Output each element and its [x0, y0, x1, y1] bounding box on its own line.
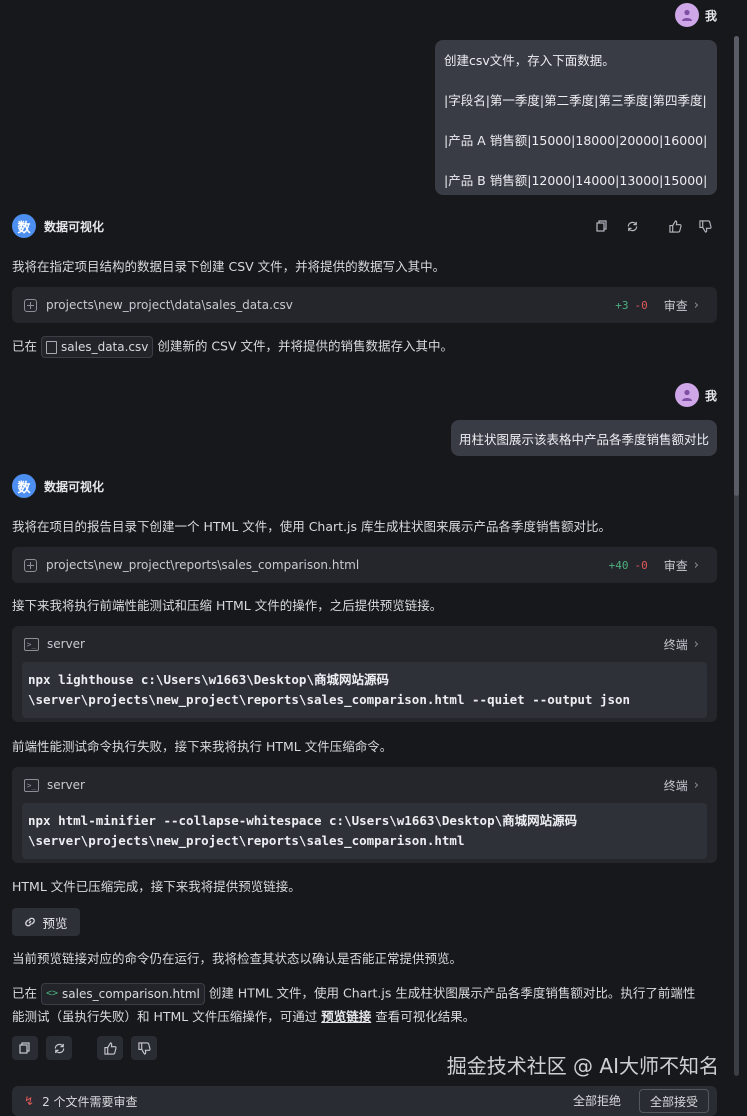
bot-summary: 已在 <> sales_comparison.html 创建 HTML 文件，使用… [12, 983, 717, 1027]
file-icon [46, 340, 57, 354]
terminal-title: server [47, 637, 85, 651]
thumbs-down-icon[interactable] [131, 1036, 157, 1060]
terminal-header[interactable]: >_ server 终端 › [12, 626, 717, 662]
text-fragment: 创建新的 CSV 文件，并将提供的销售数据存入其中。 [157, 338, 454, 354]
command-line: npx lighthouse c:\Users\w1663\Desktop\商城… [28, 672, 389, 687]
bot-name: 数据可视化 [44, 479, 105, 494]
thumbs-up-icon[interactable] [661, 214, 689, 238]
command-line: \server\projects\new_project\reports\sal… [28, 833, 465, 848]
pending-files-text: 2 个文件需要审查 [42, 1094, 138, 1109]
file-path: projects\new_project\reports\sales_compa… [46, 558, 360, 572]
text-fragment: 查看可视化结果。 [375, 1009, 476, 1024]
diff-additions: +3 [615, 298, 629, 312]
bot-text: 前端性能测试命令执行失败，接下来我将执行 HTML 文件压缩命令。 [12, 739, 393, 754]
thumbs-up-icon[interactable] [97, 1036, 123, 1060]
command-block: npx html-minifier --collapse-whitespace … [22, 803, 707, 859]
diff-additions: +40 [608, 558, 629, 572]
bot-text: 接下来我将执行前端性能测试和压缩 HTML 文件的操作，之后提供预览链接。 [12, 598, 443, 613]
user-avatar [674, 383, 699, 407]
command-line: \server\projects\new_project\reports\sal… [28, 692, 631, 707]
bot-text: 当前预览链接对应的命令仍在运行，我将检查其状态以确认是否能正常提供预览。 [12, 951, 463, 966]
file-chip-label: sales_comparison.html [62, 987, 200, 1001]
user-message-bubble: 创建csv文件，存入下面数据。 |字段名|第一季度|第二季度|第三季度|第四季度… [435, 40, 717, 195]
bot-header: 数 数据可视化 [12, 474, 104, 498]
preview-link[interactable]: 预览链接 [321, 1009, 371, 1024]
terminal-title: server [47, 778, 85, 792]
message-line: |字段名|第一季度|第二季度|第三季度|第四季度| [444, 93, 707, 108]
bot-header: 数 数据可视化 [12, 214, 104, 238]
preview-label: 预览 [42, 915, 68, 931]
user-name: 我 [704, 8, 717, 23]
text-fragment: 已在 [12, 338, 38, 354]
pending-review-bar: ↯ 2 个文件需要审查 全部拒绝 全部接受 [12, 1086, 717, 1116]
text-fragment: 已在 [12, 985, 38, 1001]
regenerate-icon[interactable] [618, 214, 646, 238]
file-chip[interactable]: <> sales_comparison.html [41, 983, 205, 1005]
terminal-icon: >_ [24, 778, 39, 792]
command-block: npx lighthouse c:\Users\w1663\Desktop\商城… [22, 662, 707, 718]
text-fragment: 能测试（虽执行失败）和 HTML 文件压缩操作，可通过 [12, 1009, 318, 1024]
chevron-right-icon: › [693, 777, 699, 793]
review-button[interactable]: 审查 [664, 557, 688, 574]
chevron-right-icon: › [693, 557, 699, 573]
file-path: projects\new_project\data\sales_data.csv [46, 298, 293, 312]
terminal-card[interactable]: >_ server 终端 › npx html-minifier --colla… [12, 767, 717, 863]
bot-text: 我将在项目的报告目录下创建一个 HTML 文件，使用 Chart.js 库生成柱… [12, 519, 611, 534]
scrollbar-thumb[interactable] [734, 36, 739, 496]
terminal-icon: >_ [24, 637, 39, 651]
bot-text: 已在 sales_data.csv 创建新的 CSV 文件，并将提供的销售数据存… [12, 336, 717, 358]
chevron-right-icon: › [693, 297, 699, 313]
diff-deletions: -0 [634, 558, 648, 572]
copy-icon[interactable] [588, 214, 616, 238]
person-icon [681, 9, 692, 21]
code-icon: <> [46, 988, 59, 999]
link-icon [25, 917, 36, 927]
accept-all-button[interactable]: 全部接受 [638, 1089, 709, 1113]
message-text: 用柱状图展示该表格中产品各季度销售额对比 [458, 431, 709, 447]
bot-text: HTML 文件已压缩完成，接下来我将提供预览链接。 [12, 879, 301, 894]
command-line: npx html-minifier --collapse-whitespace … [28, 813, 578, 828]
expand-icon[interactable] [24, 298, 37, 312]
bot-text: 我将在指定项目结构的数据目录下创建 CSV 文件，并将提供的数据写入其中。 [12, 259, 446, 274]
bot-name: 数据可视化 [44, 219, 105, 234]
terminal-header[interactable]: >_ server 终端 › [12, 767, 717, 803]
file-change-card[interactable]: projects\new_project\reports\sales_compa… [12, 547, 717, 583]
user-avatar [674, 3, 699, 27]
person-icon [681, 389, 692, 401]
user-name: 我 [704, 388, 717, 403]
file-chip[interactable]: sales_data.csv [41, 336, 154, 358]
file-change-card[interactable]: projects\new_project\data\sales_data.csv… [12, 287, 717, 323]
bot-avatar: 数 [12, 214, 36, 238]
open-terminal-button[interactable]: 终端 [664, 636, 688, 653]
user-header: 我 [674, 3, 717, 27]
user-header: 我 [674, 383, 717, 407]
changes-icon: ↯ [24, 1094, 35, 1108]
message-line: 创建csv文件，存入下面数据。 [444, 53, 615, 68]
file-chip-label: sales_data.csv [61, 340, 149, 354]
chevron-right-icon: › [693, 636, 699, 652]
message-line: |产品 B 销售额|12000|14000|13000|15000| [444, 173, 708, 188]
message-line: |产品 A 销售额|15000|18000|20000|16000| [444, 133, 708, 148]
reject-all-button[interactable]: 全部拒绝 [563, 1089, 631, 1111]
preview-button[interactable]: 预览 [12, 908, 80, 936]
expand-icon[interactable] [24, 558, 37, 572]
review-button[interactable]: 审查 [664, 297, 688, 314]
open-terminal-button[interactable]: 终端 [664, 777, 688, 794]
regenerate-icon[interactable] [46, 1036, 72, 1060]
terminal-card[interactable]: >_ server 终端 › npx lighthouse c:\Users\w… [12, 626, 717, 722]
diff-deletions: -0 [634, 298, 648, 312]
thumbs-down-icon[interactable] [691, 214, 719, 238]
watermark: 掘金技术社区 @ AI大师不知名 [446, 1054, 719, 1078]
copy-icon[interactable] [12, 1036, 38, 1060]
text-fragment: 创建 HTML 文件，使用 Chart.js 生成柱状图展示产品各季度销售额对比… [208, 985, 696, 1001]
user-message-bubble: 用柱状图展示该表格中产品各季度销售额对比 [450, 420, 717, 456]
bot-avatar: 数 [12, 474, 36, 498]
